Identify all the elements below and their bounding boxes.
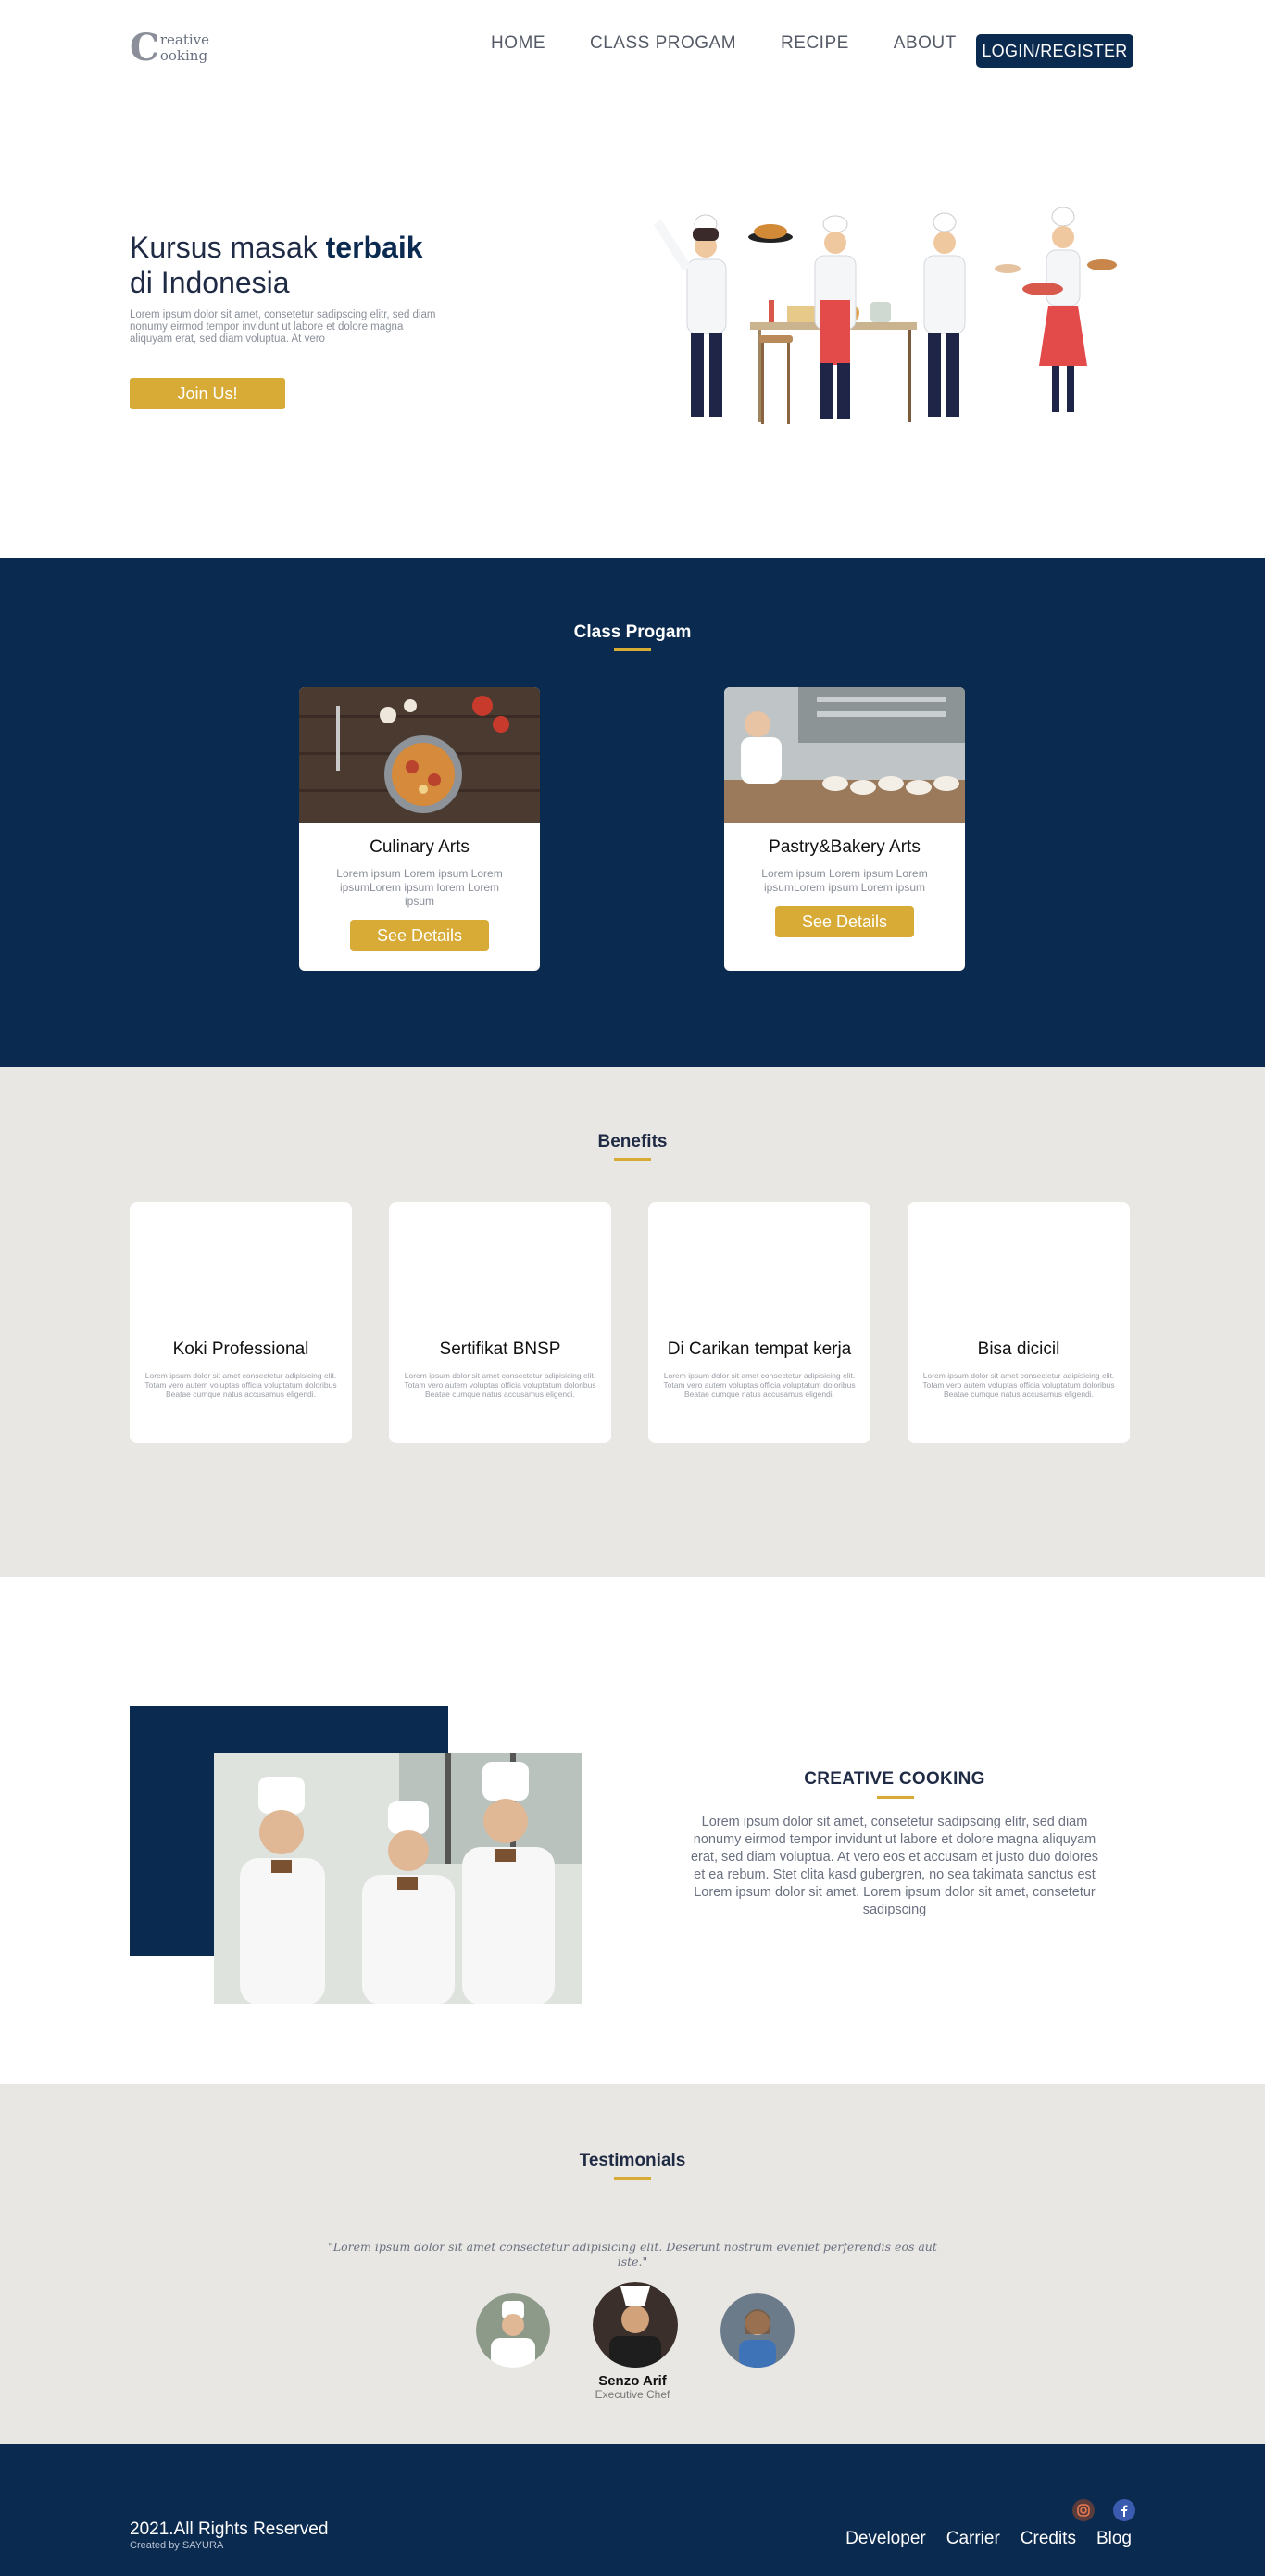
logo-initial: C: [130, 26, 159, 69]
testimonials-title: Testimonials: [579, 2151, 686, 2170]
testimonials-section: Testimonials "Lorem ipsum dolor sit amet…: [0, 2084, 1265, 2444]
logo[interactable]: C reative ooking: [130, 30, 209, 67]
login-register-button[interactable]: LOGIN/REGISTER: [976, 34, 1133, 68]
nav-home-link[interactable]: HOME: [491, 33, 545, 54]
class-card-description: Lorem ipsum Lorem ipsum Lorem ipsumLorem…: [336, 867, 503, 908]
testimonials-underline: [614, 2177, 651, 2180]
see-details-button[interactable]: See Details: [775, 906, 914, 937]
nav-class-program-link[interactable]: CLASS PROGAM: [590, 33, 736, 54]
nav-about-link[interactable]: ABOUT: [894, 33, 957, 54]
logo-line-1: reative: [159, 31, 210, 48]
benefits-underline: [614, 1158, 651, 1161]
see-details-button[interactable]: See Details: [350, 920, 489, 951]
benefits-section: Benefits Koki Professional Lorem ipsum d…: [0, 1067, 1265, 1577]
about-underline: [877, 1796, 914, 1799]
benefit-description: Lorem ipsum dolor sit amet consectetur a…: [144, 1371, 337, 1399]
hero-title: Kursus masak terbaik di Indonesia: [130, 231, 423, 299]
culinary-arts-image: [299, 687, 540, 823]
footer-links: Developer Carrier Credits Blog: [825, 2529, 1132, 2549]
facebook-icon[interactable]: [1113, 2499, 1135, 2521]
hero-title-highlight: terbaik: [325, 231, 423, 264]
class-program-underline: [614, 648, 651, 651]
instagram-icon[interactable]: [1072, 2499, 1095, 2521]
top-nav: C reative ooking HOME CLASS PROGAM RECIP…: [0, 0, 1265, 102]
benefit-title: Sertifikat BNSP: [439, 1339, 561, 1359]
pastry-bakery-image: [724, 687, 965, 823]
benefit-description: Lorem ipsum dolor sit amet consectetur a…: [404, 1371, 596, 1399]
benefit-title: Di Carikan tempat kerja: [667, 1339, 852, 1359]
chefs-illustration: [653, 207, 1117, 424]
class-program-title: Class Progam: [573, 622, 692, 642]
benefits-title: Benefits: [597, 1132, 668, 1151]
class-card-culinary[interactable]: Culinary Arts Lorem ipsum Lorem ipsum Lo…: [299, 687, 540, 971]
about-chefs-photo: [214, 1753, 582, 2004]
testimonial-avatar-active[interactable]: [593, 2282, 678, 2368]
testimonial-quote: "Lorem ipsum dolor sit amet consectetur …: [328, 2240, 937, 2268]
class-program-section: Class Progam Culinary Arts Lorem ipsum L…: [0, 558, 1265, 1067]
footer-link-developer[interactable]: Developer: [845, 2529, 926, 2549]
class-card-title: Culinary Arts: [369, 837, 470, 857]
testimonial-avatar[interactable]: [720, 2293, 795, 2368]
benefit-card: Bisa dicicil Lorem ipsum dolor sit amet …: [908, 1202, 1130, 1443]
nav-recipe-link[interactable]: RECIPE: [781, 33, 849, 54]
logo-line-2: ooking: [159, 47, 208, 64]
about-title: CREATIVE COOKING: [804, 1769, 985, 1789]
class-card-pastry[interactable]: Pastry&Bakery Arts Lorem ipsum Lorem ips…: [724, 687, 965, 971]
benefit-description: Lorem ipsum dolor sit amet consectetur a…: [663, 1371, 856, 1399]
testimonial-name: Senzo Arif: [598, 2373, 667, 2389]
benefit-title: Koki Professional: [172, 1339, 309, 1359]
created-by-text: Created by SAYURA: [130, 2540, 224, 2551]
benefit-card: Koki Professional Lorem ipsum dolor sit …: [130, 1202, 352, 1443]
benefit-card: Sertifikat BNSP Lorem ipsum dolor sit am…: [389, 1202, 611, 1443]
benefit-title: Bisa dicicil: [977, 1339, 1060, 1359]
footer: 2021.All Rights Reserved Created by SAYU…: [0, 2444, 1265, 2576]
hero-description: Lorem ipsum dolor sit amet, consetetur s…: [130, 309, 436, 345]
testimonial-role: Executive Chef: [595, 2388, 670, 2401]
testimonial-avatar[interactable]: [476, 2293, 550, 2368]
class-card-description: Lorem ipsum Lorem ipsum Lorem ipsumLorem…: [761, 867, 928, 894]
footer-link-credits[interactable]: Credits: [1021, 2529, 1076, 2549]
footer-link-carrier[interactable]: Carrier: [946, 2529, 1000, 2549]
benefit-card: Di Carikan tempat kerja Lorem ipsum dolo…: [648, 1202, 870, 1443]
about-text: Lorem ipsum dolor sit amet, consetetur s…: [690, 1815, 1099, 1917]
class-card-title: Pastry&Bakery Arts: [769, 837, 921, 857]
copyright-text: 2021.All Rights Reserved: [130, 2519, 329, 2539]
join-us-button[interactable]: Join Us!: [130, 378, 285, 409]
main-menu: HOME CLASS PROGAM RECIPE ABOUT: [491, 33, 1001, 54]
benefit-description: Lorem ipsum dolor sit amet consectetur a…: [922, 1371, 1115, 1399]
footer-link-blog[interactable]: Blog: [1096, 2529, 1132, 2549]
